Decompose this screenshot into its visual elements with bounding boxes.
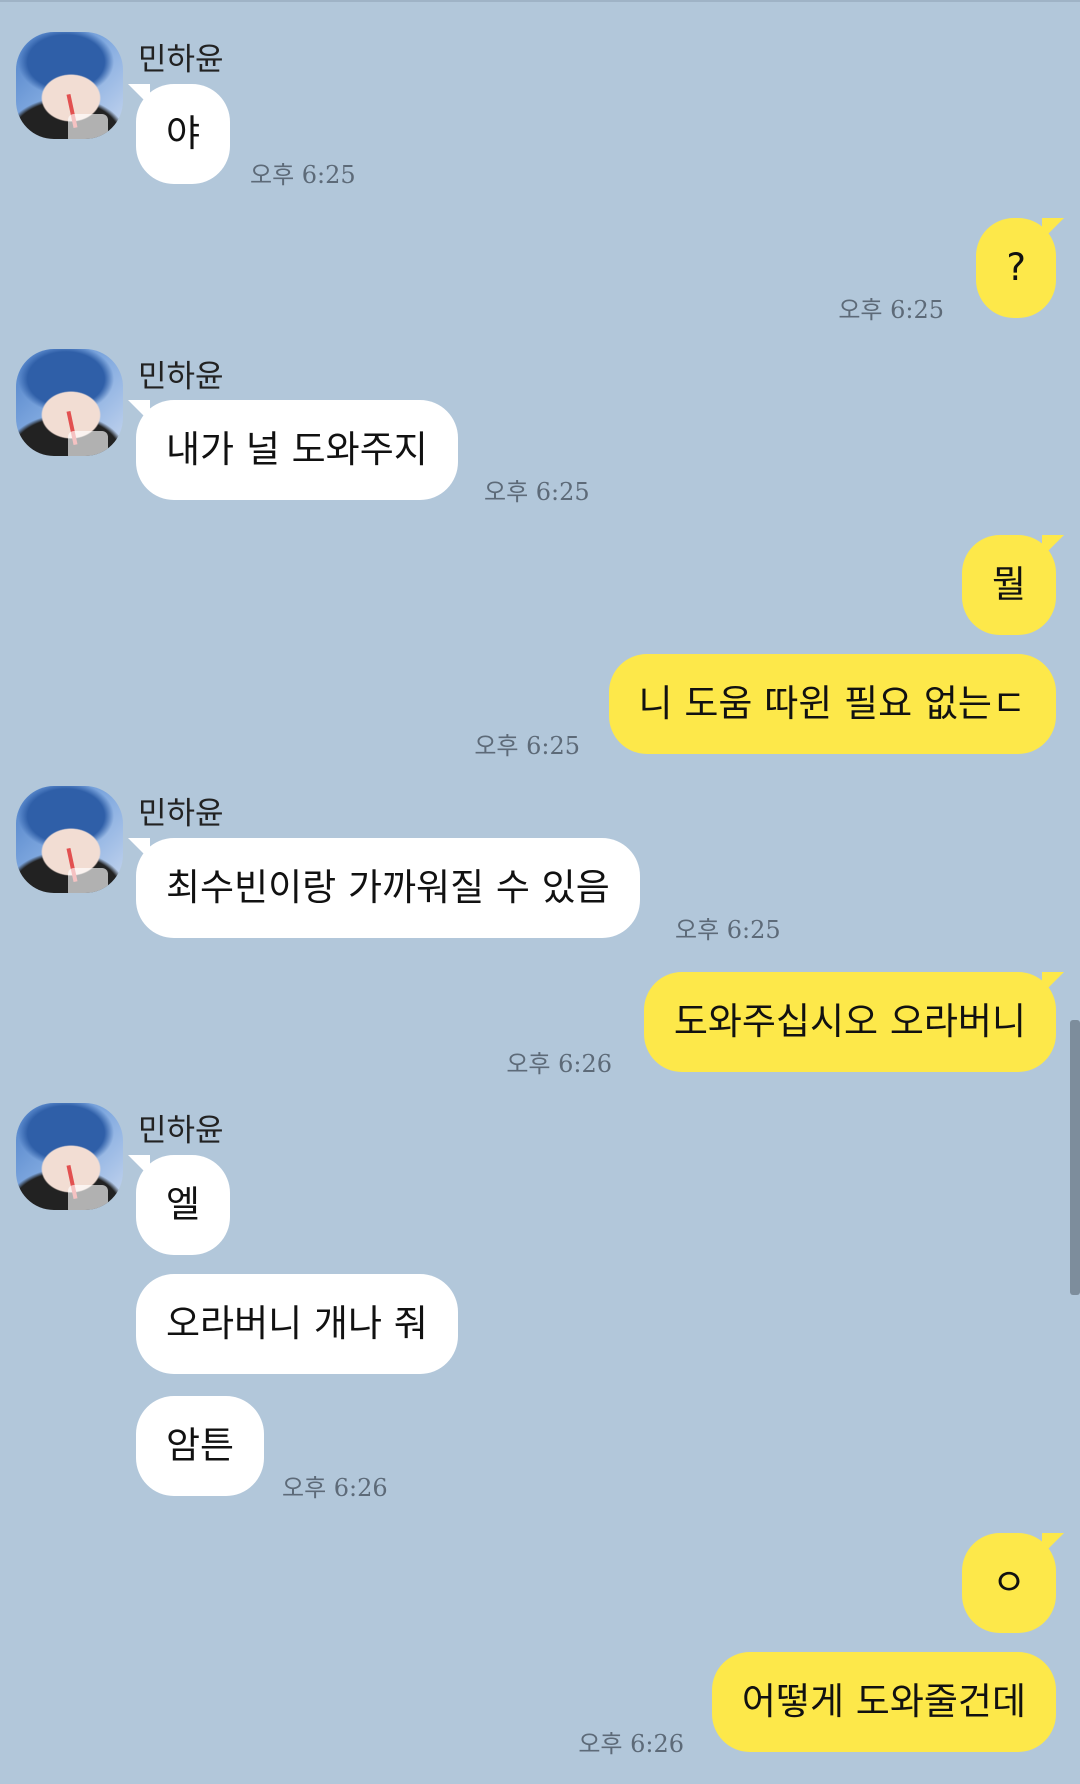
scrollbar[interactable]	[1070, 1020, 1080, 1295]
top-divider	[0, 0, 1080, 2]
message-bubble[interactable]: 최수빈이랑 가까워질 수 있음	[128, 838, 640, 938]
message-bubble[interactable]: 뭘	[961, 535, 1065, 635]
message-bubble[interactable]: 암튼	[136, 1396, 265, 1496]
message-time: 오후 6:25	[838, 296, 944, 324]
sender-name: 민하윤	[138, 359, 224, 395]
sender-avatar[interactable]	[16, 32, 123, 139]
message-bubble[interactable]: ㅇ	[961, 1533, 1065, 1633]
sender-name: 민하윤	[138, 1113, 224, 1149]
message-time: 오후 6:26	[506, 1050, 612, 1078]
message-time: 오후 6:25	[474, 732, 580, 760]
sender-name: 민하윤	[138, 796, 224, 832]
sender-avatar[interactable]	[16, 349, 123, 456]
sender-avatar[interactable]	[16, 786, 123, 893]
message-bubble[interactable]: 야	[127, 84, 231, 184]
message-time: 오후 6:26	[282, 1474, 388, 1502]
message-bubble[interactable]: 내가 널 도와주지	[128, 400, 458, 500]
message-time: 오후 6:25	[484, 478, 590, 506]
message-bubble[interactable]: 오라버니 개나 줘	[136, 1274, 458, 1374]
message-time: 오후 6:25	[675, 916, 781, 944]
message-bubble[interactable]: 엘	[127, 1155, 231, 1255]
sender-avatar[interactable]	[16, 1103, 123, 1210]
message-bubble[interactable]: 도와주십시오 오라버니	[643, 972, 1065, 1072]
message-time: 오후 6:25	[250, 161, 356, 189]
message-bubble[interactable]: 니 도움 따윈 필요 없는ㄷ	[608, 654, 1056, 754]
sender-name: 민하윤	[138, 42, 224, 78]
message-bubble[interactable]: 어떻게 도와줄건데	[711, 1652, 1056, 1752]
message-bubble[interactable]: ?	[976, 218, 1064, 318]
message-time: 오후 6:26	[578, 1730, 684, 1758]
